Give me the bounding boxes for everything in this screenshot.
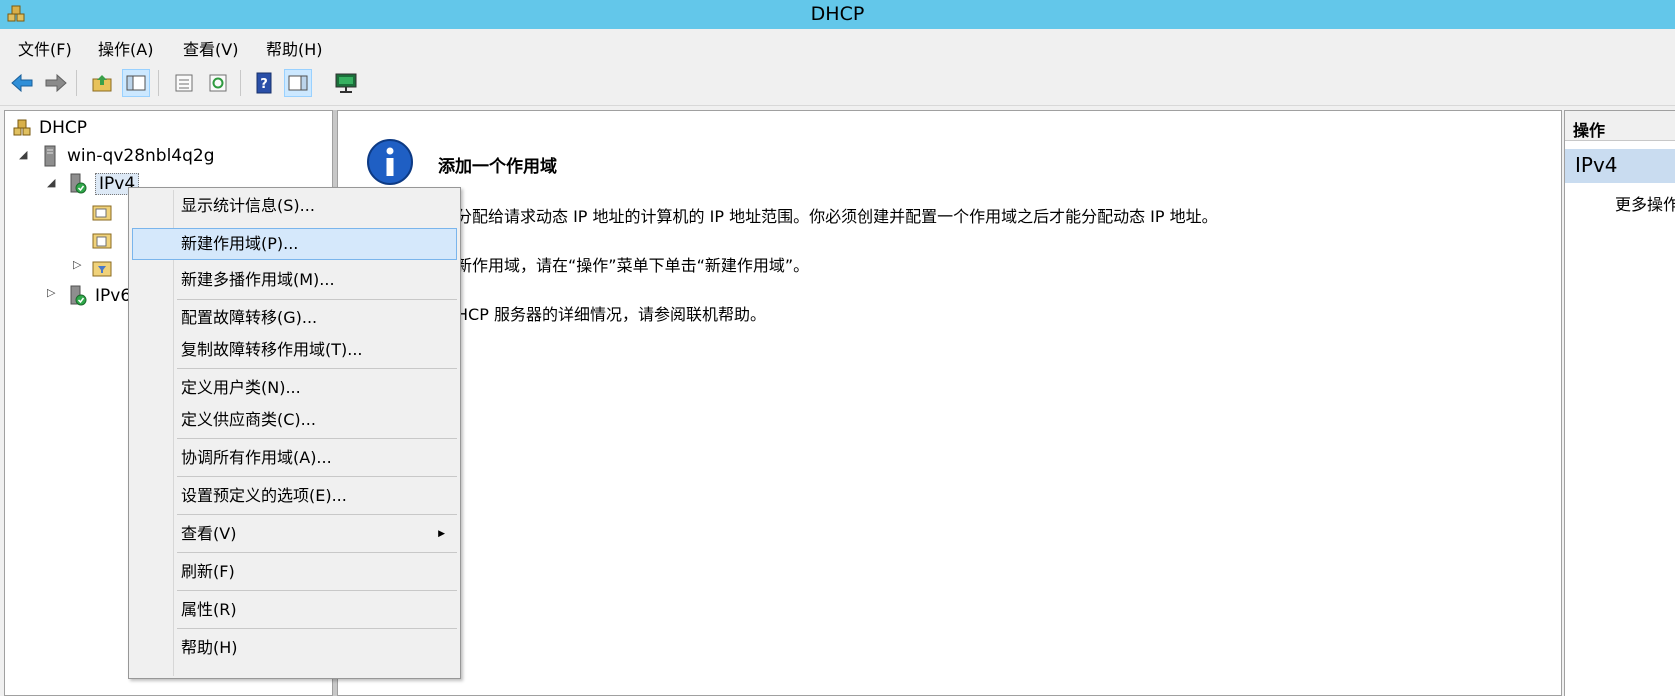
help-icon: ? — [256, 72, 272, 94]
display-console-button[interactable] — [332, 69, 360, 97]
show-hide-console-tree-button[interactable] — [122, 69, 150, 97]
window-title: DHCP — [810, 3, 865, 25]
menu-new-scope[interactable]: 新建作用域(P)... — [132, 228, 457, 260]
tree-item-policies[interactable] — [91, 227, 119, 253]
ipv4-server-icon — [67, 173, 89, 195]
tree-label-server: win-qv28nbl4q2g — [67, 146, 215, 166]
tree-item-filters[interactable] — [91, 255, 119, 281]
console-tree-icon — [126, 75, 146, 91]
menu-action[interactable]: 操作(A) — [98, 36, 153, 60]
actions-section-ipv4[interactable]: IPv4 — [1565, 149, 1675, 183]
menu-help[interactable]: 帮助(H) — [266, 36, 323, 60]
expand-arrow-icon[interactable]: ▷ — [47, 286, 55, 299]
description-line-2: 新作用域，请在“操作”菜单下单击“新建作用域”。 — [456, 256, 810, 275]
svg-text:?: ? — [260, 77, 268, 92]
menu-view[interactable]: 查看(V) — [183, 36, 238, 60]
forward-button[interactable] — [42, 69, 70, 97]
refresh-icon — [209, 74, 227, 92]
filters-folder-icon — [91, 257, 113, 279]
tree-item-server[interactable]: win-qv28nbl4q2g — [39, 143, 215, 169]
info-icon — [367, 139, 413, 185]
actions-header: 操作 — [1565, 111, 1675, 141]
tree-label-dhcp: DHCP — [39, 118, 87, 138]
menu-separator — [177, 514, 457, 515]
more-actions-link[interactable]: 更多操作 — [1615, 191, 1675, 215]
export-list-button[interactable] — [170, 69, 198, 97]
results-pane: 添加一个作用域 分配给请求动态 IP 地址的计算机的 IP 地址范围。你必须创建… — [337, 110, 1562, 696]
up-level-button[interactable] — [88, 69, 116, 97]
tree-item-server-options[interactable] — [91, 199, 119, 225]
menu-separator — [177, 590, 457, 591]
menu-reconcile-all-scopes[interactable]: 协调所有作用域(A)... — [132, 442, 457, 474]
collapse-arrow-icon[interactable]: ◢ — [47, 176, 55, 189]
menu-view-label: 查看(V) — [181, 524, 237, 543]
menu-separator — [177, 438, 457, 439]
forward-arrow-icon — [45, 73, 67, 93]
toolbar-separator — [158, 70, 159, 96]
menu-refresh[interactable]: 刷新(F) — [132, 556, 457, 588]
menu-file[interactable]: 文件(F) — [18, 36, 72, 60]
show-hide-action-pane-button[interactable] — [284, 69, 312, 97]
context-menu: 显示统计信息(S)... 新建作用域(P)... 新建多播作用域(M)... 配… — [128, 187, 461, 679]
back-button[interactable] — [8, 69, 36, 97]
menu-define-vendor-classes[interactable]: 定义供应商类(C)... — [132, 404, 457, 436]
refresh-button[interactable] — [204, 69, 232, 97]
description-line-3: HCP 服务器的详细情况，请参阅联机帮助。 — [456, 305, 766, 324]
menu-replicate-failover-scopes[interactable]: 复制故障转移作用域(T)... — [132, 334, 457, 366]
list-icon — [175, 74, 193, 92]
description-line-1: 分配给请求动态 IP 地址的计算机的 IP 地址范围。你必须创建并配置一个作用域… — [456, 207, 1218, 226]
menu-bar: 文件(F) 操作(A) 查看(V) 帮助(H) — [0, 29, 1675, 61]
dhcp-icon — [11, 117, 33, 139]
tree-item-dhcp-root[interactable]: DHCP — [11, 115, 87, 141]
title-bar: DHCP — [0, 0, 1675, 29]
policies-folder-icon — [91, 229, 113, 251]
options-folder-icon — [91, 201, 113, 223]
menu-show-statistics[interactable]: 显示统计信息(S)... — [132, 190, 457, 222]
collapse-arrow-icon[interactable]: ◢ — [19, 148, 27, 161]
menu-separator — [177, 368, 457, 369]
menu-view[interactable]: 查看(V) ▶ — [132, 518, 457, 550]
menu-new-multicast-scope[interactable]: 新建多播作用域(M)... — [132, 264, 457, 296]
ipv6-server-icon — [67, 285, 89, 307]
tree-label-ipv6: IPv6 — [95, 286, 132, 306]
menu-set-predefined-options[interactable]: 设置预定义的选项(E)... — [132, 480, 457, 512]
menu-properties[interactable]: 属性(R) — [132, 594, 457, 626]
toolbar-separator — [76, 70, 77, 96]
menu-help[interactable]: 帮助(H) — [132, 632, 457, 664]
add-scope-title: 添加一个作用域 — [438, 157, 557, 177]
monitor-icon — [335, 73, 357, 93]
menu-separator — [177, 552, 457, 553]
menu-configure-failover[interactable]: 配置故障转移(G)... — [132, 302, 457, 334]
expand-arrow-icon[interactable]: ▷ — [73, 258, 81, 271]
tree-item-ipv6[interactable]: IPv6 — [67, 283, 131, 309]
back-arrow-icon — [11, 73, 33, 93]
menu-separator — [177, 299, 457, 300]
action-pane-icon — [288, 75, 308, 91]
server-icon — [39, 145, 61, 167]
actions-pane: 操作 IPv4 更多操作 — [1564, 110, 1675, 696]
folder-up-icon — [92, 75, 112, 92]
toolbar-separator — [240, 70, 241, 96]
menu-separator — [177, 476, 457, 477]
toolbar: ? — [0, 61, 1675, 106]
menu-define-user-classes[interactable]: 定义用户类(N)... — [132, 372, 457, 404]
submenu-arrow-icon: ▶ — [438, 529, 445, 539]
help-button[interactable]: ? — [250, 69, 278, 97]
menu-separator — [177, 628, 457, 629]
